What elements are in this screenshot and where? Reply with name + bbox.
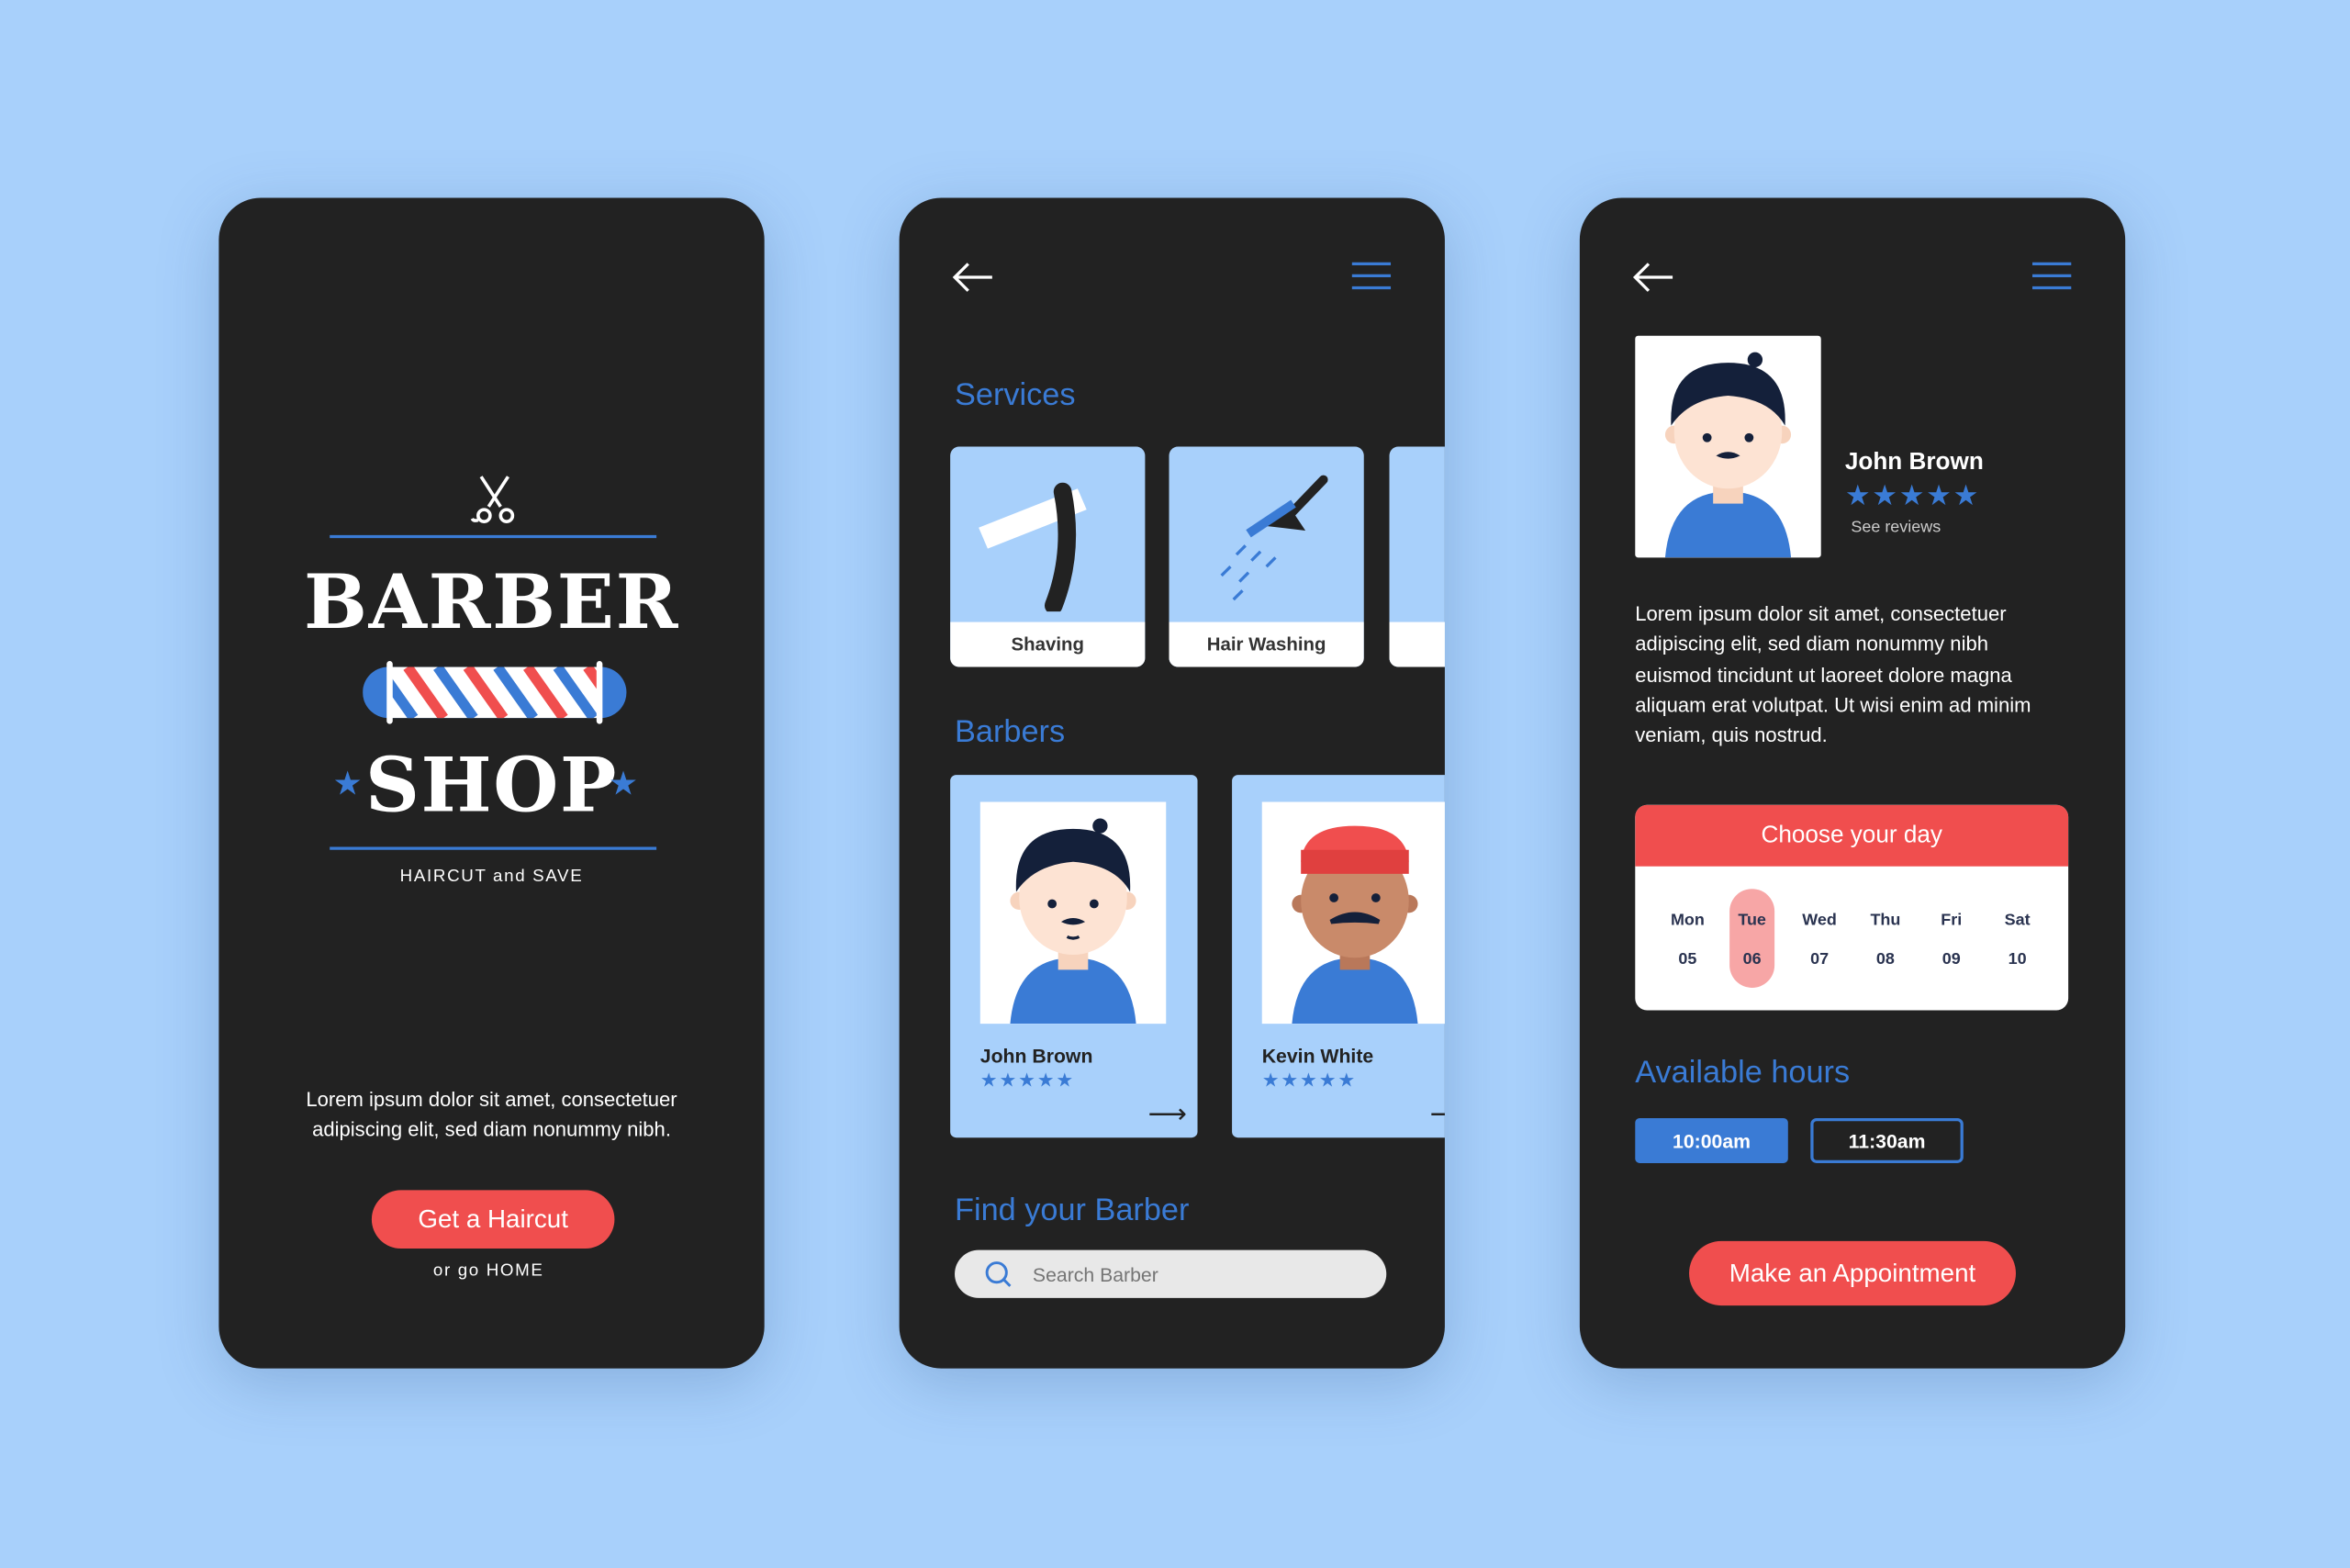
description: Lorem ipsum dolor sit amet, consectetuer…	[306, 1088, 677, 1141]
services-title: Services	[955, 377, 1076, 412]
service-card-hair-washing[interactable]: Hair Washing	[1169, 446, 1364, 667]
available-hours-title: Available hours	[1635, 1055, 1851, 1090]
barber-avatar	[979, 801, 1167, 1025]
scissors-icon	[470, 476, 515, 523]
barbers-title: Barbers	[955, 714, 1066, 750]
go-home-link[interactable]: or go HOME	[218, 1262, 758, 1281]
stage: BARBER ★ SHOP ★ HAIRCUT and SAVE Lorem i…	[0, 0, 2350, 1568]
day-option-tue[interactable]: Tue 06	[1722, 889, 1782, 988]
make-appointment-button[interactable]: Make an Appointment	[1689, 1240, 2016, 1306]
back-arrow-icon[interactable]	[1630, 261, 1675, 294]
day-option-sat[interactable]: Sat 10	[1987, 889, 2047, 988]
hamburger-menu-icon[interactable]	[2031, 261, 2072, 291]
shower-icon	[1220, 475, 1328, 601]
day-date: 06	[1742, 950, 1762, 969]
barber-name: John Brown	[1844, 449, 1984, 476]
service-label: Shaving	[950, 622, 1146, 667]
day-option-mon[interactable]: Mon 05	[1658, 889, 1718, 988]
hamburger-menu-icon[interactable]	[1351, 261, 1392, 291]
day-date: 10	[2008, 950, 2027, 969]
hour-slot[interactable]: 11:30am	[1810, 1117, 1964, 1163]
barber-card-kevin-white[interactable]: Kevin White ★★★★★ ⟶	[1232, 775, 1445, 1138]
barber-name: Kevin White	[1261, 1044, 1374, 1068]
day-name: Mon	[1670, 911, 1705, 930]
tagline: HAIRCUT and SAVE	[399, 868, 584, 886]
hour-slot-selected[interactable]: 10:00am	[1635, 1117, 1788, 1163]
rating-stars: ★★★★★	[979, 1069, 1076, 1092]
day-name: Fri	[1941, 911, 1963, 930]
barber-detail-screen: John Brown ★★★★★ See reviews Lorem ipsum…	[1579, 197, 2126, 1369]
services-screen: Services Shaving Hair Washing Barbers Jo…	[899, 197, 1445, 1369]
barber-pole-icon	[363, 661, 627, 724]
barber-name: John Brown	[979, 1044, 1093, 1068]
barber-avatar	[1261, 801, 1445, 1025]
rating-stars: ★★★★★	[1844, 481, 1981, 513]
razor-icon	[979, 482, 1087, 612]
service-label: Hair Washing	[1169, 622, 1364, 667]
day-name: Sat	[2004, 911, 2031, 930]
divider-bottom	[330, 846, 657, 850]
find-barber-title: Find your Barber	[955, 1193, 1190, 1228]
divider-top	[330, 534, 657, 539]
star-icon: ★	[608, 764, 639, 802]
search-icon	[985, 1261, 1012, 1287]
day-option-wed[interactable]: Wed 07	[1789, 889, 1849, 988]
arrow-right-icon[interactable]: ⟶	[1148, 1099, 1187, 1130]
day-date: 08	[1875, 950, 1895, 969]
day-name: Wed	[1802, 911, 1837, 930]
get-haircut-button[interactable]: Get a Haircut	[371, 1190, 615, 1249]
back-arrow-icon[interactable]	[950, 261, 995, 294]
search-bar[interactable]	[955, 1249, 1387, 1298]
rating-stars: ★★★★★	[1261, 1069, 1358, 1092]
selected-day-highlight	[1729, 889, 1775, 988]
barber-card-john-brown[interactable]: John Brown ★★★★★ ⟶	[950, 775, 1198, 1138]
day-name: Tue	[1738, 911, 1766, 930]
service-card-partial[interactable]	[1389, 446, 1445, 667]
welcome-screen: BARBER ★ SHOP ★ HAIRCUT and SAVE Lorem i…	[218, 197, 765, 1369]
see-reviews-link[interactable]: See reviews	[1851, 519, 1941, 537]
logo-barber: BARBER	[304, 557, 680, 646]
barber-photo	[1635, 335, 1821, 558]
day-picker: Choose your day Mon 05 Tue 06 Wed 07 Thu 08 Fri 0…	[1635, 804, 2069, 1011]
day-date: 07	[1810, 950, 1830, 969]
day-date: 05	[1678, 950, 1697, 969]
day-option-fri[interactable]: Fri 09	[1921, 889, 1981, 988]
barber-bio: Lorem ipsum dolor sit amet, consectetuer…	[1635, 602, 2031, 747]
day-date: 09	[1942, 950, 1961, 969]
logo-shop: SHOP	[364, 740, 619, 829]
arrow-right-icon[interactable]: ⟶	[1430, 1099, 1445, 1130]
service-card-shaving[interactable]: Shaving	[950, 446, 1146, 667]
search-input[interactable]	[1032, 1259, 1363, 1290]
day-option-thu[interactable]: Thu 08	[1855, 889, 1915, 988]
day-picker-title: Choose your day	[1635, 804, 2069, 867]
day-name: Thu	[1870, 911, 1901, 930]
